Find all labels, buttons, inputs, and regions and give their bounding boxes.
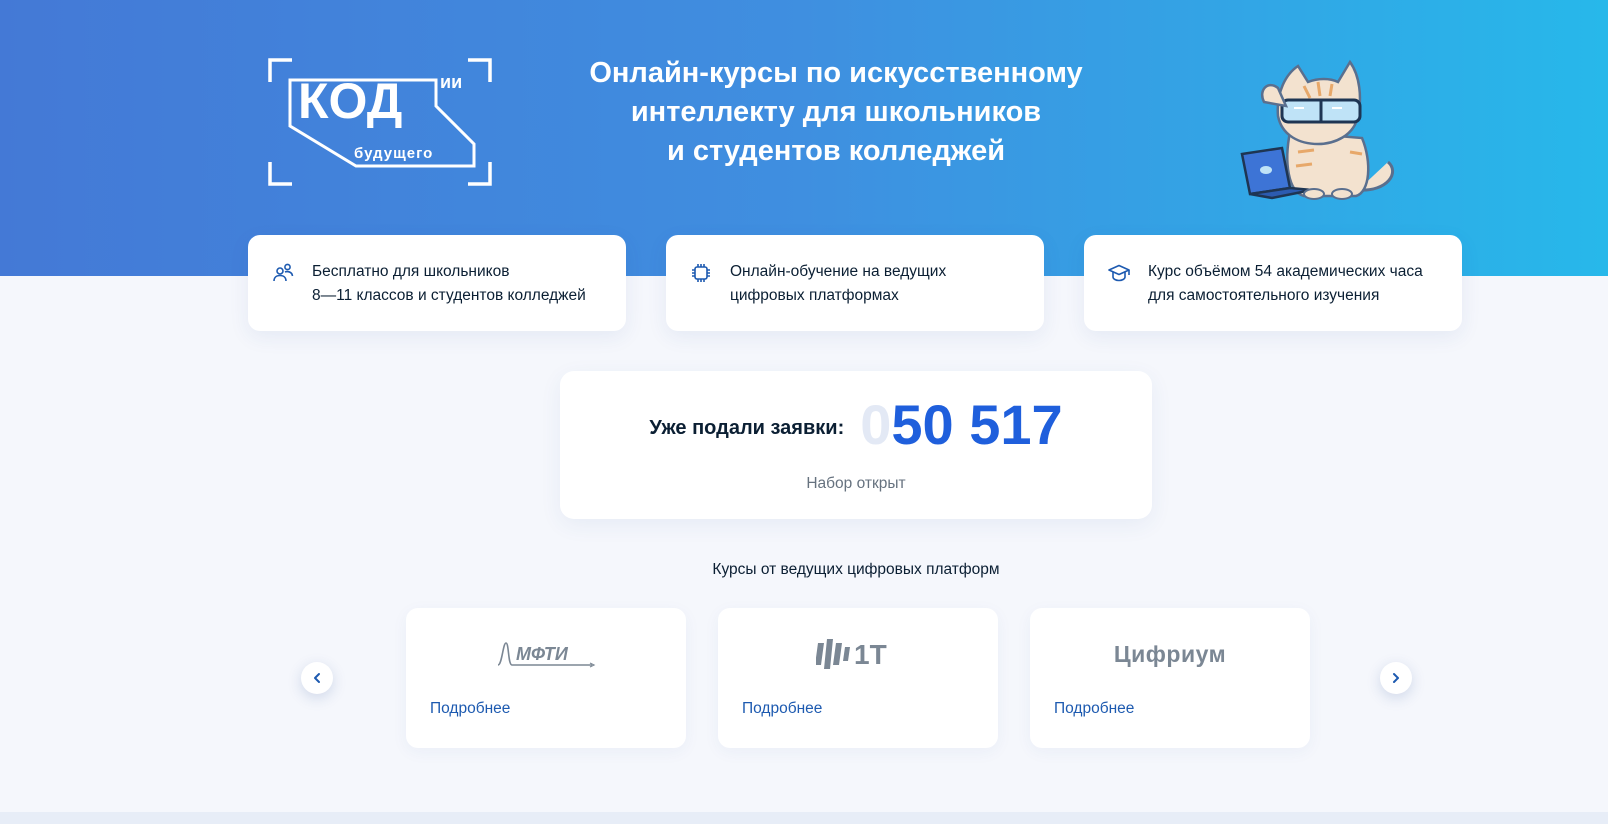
graduation-cap-icon [1108, 264, 1130, 282]
features-row: Бесплатно для школьников 8—11 классов и … [248, 235, 1464, 331]
platforms-heading: Курсы от ведущих цифровых платформ [712, 561, 1000, 578]
feature-text: Онлайн-обучение на ведущих цифровых плат… [730, 260, 1024, 307]
counter-label: Уже подали заявки: [649, 416, 845, 439]
feature-card-hours: Курс объёмом 54 академических часа для с… [1084, 235, 1462, 331]
chevron-right-icon [1393, 673, 1399, 683]
chevron-left-icon [314, 673, 320, 683]
counter-value: 050 517 [860, 393, 1062, 457]
hero-title-line: и студентов колледжей [666, 135, 1006, 167]
carousel-prev-button[interactable] [301, 662, 333, 694]
applications-counter-card: Уже подали заявки: 050 517 Набор открыт [560, 371, 1152, 519]
feature-text-line: для самостоятельного изучения [1148, 286, 1380, 304]
feature-text: Бесплатно для школьников 8—11 классов и … [312, 260, 606, 307]
counter-row: Уже подали заявки: 050 517 [560, 393, 1152, 457]
enrollment-status: Набор открыт [806, 475, 906, 492]
mfti-more-link[interactable]: Подробнее [430, 700, 510, 718]
tsifrium-more-link[interactable]: Подробнее [1054, 700, 1134, 718]
logo-sub-text: будущего [354, 145, 433, 162]
kod-budushchego-logo[interactable]: КОД ии будущего [268, 58, 492, 186]
platform-card-1t[interactable]: 1Т Подробнее [718, 608, 998, 748]
feature-text-line: Курс объёмом 54 академических часа [1148, 263, 1423, 280]
feature-card-online: Онлайн-обучение на ведущих цифровых плат… [666, 235, 1044, 331]
1t-logo-text: 1Т [854, 639, 887, 670]
hero-title: Онлайн-курсы по искусственному интеллект… [560, 54, 1112, 171]
counter-number: 50 517 [891, 393, 1063, 456]
mfti-logo: МФТИ [406, 634, 686, 674]
feature-card-free: Бесплатно для школьников 8—11 классов и … [248, 235, 626, 331]
hero-title-line: интеллекту для школьников [630, 96, 1042, 128]
cat-mascot-illustration [1240, 59, 1395, 200]
counter-leading-digit: 0 [860, 393, 892, 456]
feature-text-line: цифровых платформах [730, 286, 899, 304]
feature-text: Курс объёмом 54 академических часа для с… [1148, 260, 1442, 307]
1t-logo-mark: 1Т [816, 639, 887, 670]
carousel-next-button[interactable] [1380, 662, 1412, 694]
mfti-logo-mark: МФТИ [497, 642, 596, 668]
footer-divider [0, 812, 1608, 824]
platform-card-mfti[interactable]: МФТИ Подробнее [406, 608, 686, 748]
hero-title-line: Онлайн-курсы по искусственному [589, 57, 1083, 89]
1t-more-link[interactable]: Подробнее [742, 700, 822, 718]
logo-tag-text: ии [440, 72, 462, 92]
platform-card-tsifrium[interactable]: Цифриум Подробнее [1030, 608, 1310, 748]
users-icon [273, 263, 294, 282]
feature-text-line: 8—11 классов и студентов колледжей [312, 286, 586, 304]
logo-main-text: КОД [298, 73, 402, 129]
tsifrium-logo: Цифриум [1030, 634, 1310, 674]
1t-logo: 1Т [718, 634, 998, 674]
mfti-logo-text: МФТИ [516, 644, 569, 664]
tsifrium-logo-text: Цифриум [1113, 640, 1227, 667]
feature-text-line: Бесплатно для школьников [312, 263, 510, 280]
feature-text-line: Онлайн-обучение на ведущих [730, 263, 947, 280]
chip-icon [692, 264, 710, 282]
